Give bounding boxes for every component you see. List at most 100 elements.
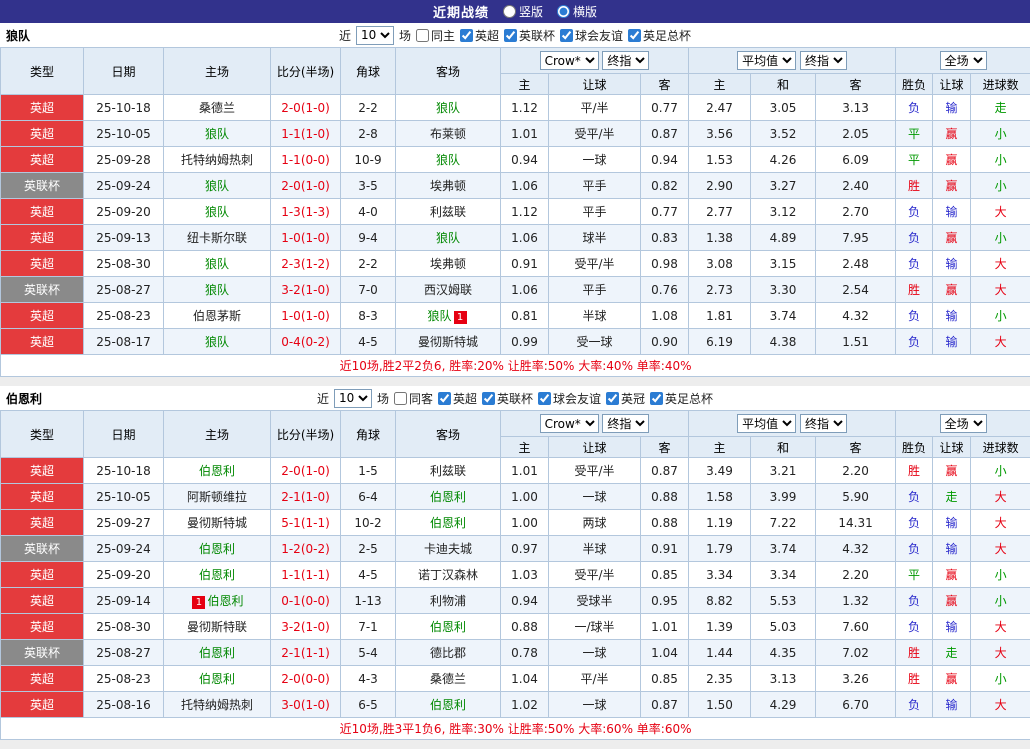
team-link[interactable]: 狼队 xyxy=(205,205,229,219)
team-link[interactable]: 埃弗顿 xyxy=(430,257,466,271)
scope-select[interactable]: 全场 xyxy=(940,51,987,70)
subcol-handicap-line: 让球 xyxy=(549,74,641,95)
team-link[interactable]: 德比郡 xyxy=(430,646,466,660)
avg-away-odds-cell: 1.32 xyxy=(816,588,896,614)
league-checkbox[interactable] xyxy=(538,392,551,405)
avg-away-odds-cell: 7.95 xyxy=(816,225,896,251)
scope-select[interactable]: 全场 xyxy=(940,414,987,433)
league-checkbox[interactable] xyxy=(606,392,619,405)
team-link[interactable]: 西汉姆联 xyxy=(424,283,472,297)
league-checkbox[interactable] xyxy=(438,392,451,405)
avg-stage-select[interactable]: 终指 xyxy=(800,414,847,433)
team-link[interactable]: 曼彻斯特城 xyxy=(418,335,478,349)
team-link[interactable]: 托特纳姆热刺 xyxy=(181,153,253,167)
avg-draw-odds-cell: 4.26 xyxy=(751,147,816,173)
team-link[interactable]: 狼队 xyxy=(205,127,229,141)
layout-horizontal-option[interactable]: 横版 xyxy=(557,3,597,20)
layout-vertical-radio[interactable] xyxy=(503,5,516,18)
league-checkbox[interactable] xyxy=(504,29,517,42)
team-link[interactable]: 布莱顿 xyxy=(430,127,466,141)
league-type-cell: 英超 xyxy=(1,199,84,225)
handicap-home-odds-cell: 1.03 xyxy=(501,562,549,588)
layout-horizontal-radio[interactable] xyxy=(557,5,570,18)
team-link[interactable]: 桑德兰 xyxy=(430,672,466,686)
same-venue-checkbox[interactable] xyxy=(416,29,429,42)
winlose-result-cell: 负 xyxy=(896,329,933,355)
team-link[interactable]: 纽卡斯尔联 xyxy=(187,231,247,245)
col-header-type: 类型 xyxy=(1,48,84,95)
goals-result-cell: 小 xyxy=(971,458,1030,484)
bookmaker-select[interactable]: Crow* xyxy=(540,414,599,433)
league-checkbox-label: 球会友谊 xyxy=(575,27,623,44)
team-link[interactable]: 伯恩利 xyxy=(430,698,466,712)
same-venue-checkbox[interactable] xyxy=(394,392,407,405)
league-filter-option[interactable]: 英超 xyxy=(438,390,477,407)
league-checkbox[interactable] xyxy=(460,29,473,42)
goals-result-cell: 大 xyxy=(971,199,1030,225)
league-checkbox[interactable] xyxy=(560,29,573,42)
avg-stage-select[interactable]: 终指 xyxy=(800,51,847,70)
goals-result-cell: 小 xyxy=(971,562,1030,588)
team-link[interactable]: 阿斯顿维拉 xyxy=(187,490,247,504)
handicap-stage-select[interactable]: 终指 xyxy=(602,51,649,70)
handicap-stage-select[interactable]: 终指 xyxy=(602,414,649,433)
team-link[interactable]: 狼队 xyxy=(205,335,229,349)
league-checkbox[interactable] xyxy=(650,392,663,405)
league-checkbox[interactable] xyxy=(628,29,641,42)
team-link[interactable]: 桑德兰 xyxy=(199,101,235,115)
team-link[interactable]: 埃弗顿 xyxy=(430,179,466,193)
team-link[interactable]: 伯恩利 xyxy=(430,516,466,530)
team-link[interactable]: 伯恩利 xyxy=(199,568,235,582)
team-link[interactable]: 卡迪夫城 xyxy=(424,542,472,556)
team-link[interactable]: 伯恩利 xyxy=(207,594,243,608)
results-table: 类型 日期 主场 比分(半场) 角球 客场 Crow* 终指 平均值 终指 全场 xyxy=(0,410,1030,740)
page-bottom-strip xyxy=(0,740,1030,749)
team-link[interactable]: 狼队 xyxy=(436,101,460,115)
team-link[interactable]: 曼彻斯特城 xyxy=(187,516,247,530)
league-filter-option[interactable]: 英超 xyxy=(460,27,499,44)
avg-company-select[interactable]: 平均值 xyxy=(737,414,796,433)
same-venue-filter[interactable]: 同客 xyxy=(394,390,433,407)
match-count-select[interactable]: 10 xyxy=(334,389,372,408)
away-team-cell: 西汉姆联 xyxy=(396,277,501,303)
handicap-home-odds-cell: 0.94 xyxy=(501,588,549,614)
team-link[interactable]: 狼队 xyxy=(205,179,229,193)
team-link[interactable]: 曼彻斯特联 xyxy=(187,620,247,634)
handicap-away-odds-cell: 0.95 xyxy=(641,588,689,614)
team-link[interactable]: 狼队 xyxy=(436,231,460,245)
team-link[interactable]: 诺丁汉森林 xyxy=(418,568,478,582)
league-filter-option[interactable]: 英联杯 xyxy=(482,390,533,407)
team-link[interactable]: 利兹联 xyxy=(430,464,466,478)
handicap-result-cell: 输 xyxy=(933,199,971,225)
team-link[interactable]: 伯恩利 xyxy=(199,646,235,660)
team-link[interactable]: 狼队 xyxy=(205,257,229,271)
team-link[interactable]: 利兹联 xyxy=(430,205,466,219)
league-filter-option[interactable]: 球会友谊 xyxy=(538,390,601,407)
team-link[interactable]: 狼队 xyxy=(436,153,460,167)
team-link[interactable]: 伯恩利 xyxy=(199,672,235,686)
team-link[interactable]: 托特纳姆热刺 xyxy=(181,698,253,712)
team-link[interactable]: 伯恩利 xyxy=(199,464,235,478)
team-link[interactable]: 伯恩利 xyxy=(430,620,466,634)
team-link[interactable]: 狼队 xyxy=(427,309,451,323)
league-filter-option[interactable]: 英足总杯 xyxy=(628,27,691,44)
match-count-select[interactable]: 10 xyxy=(356,26,394,45)
team-link[interactable]: 伯恩利 xyxy=(430,490,466,504)
bookmaker-select[interactable]: Crow* xyxy=(540,51,599,70)
team-link[interactable]: 伯恩利 xyxy=(199,542,235,556)
team-link[interactable]: 狼队 xyxy=(205,283,229,297)
handicap-result-cell: 赢 xyxy=(933,666,971,692)
match-row: 英超25-08-30曼彻斯特联3-2(1-0)7-1伯恩利0.88一/球半1.0… xyxy=(1,614,1030,640)
team-link[interactable]: 伯恩茅斯 xyxy=(193,309,241,323)
team-link[interactable]: 利物浦 xyxy=(430,594,466,608)
layout-vertical-option[interactable]: 竖版 xyxy=(503,3,543,20)
league-checkbox[interactable] xyxy=(482,392,495,405)
same-venue-filter[interactable]: 同主 xyxy=(416,27,455,44)
league-filter-option[interactable]: 英足总杯 xyxy=(650,390,713,407)
league-filter-option[interactable]: 英联杯 xyxy=(504,27,555,44)
league-filter-option[interactable]: 球会友谊 xyxy=(560,27,623,44)
avg-company-select[interactable]: 平均值 xyxy=(737,51,796,70)
corner-cell: 6-5 xyxy=(341,692,396,718)
handicap-result-cell: 走 xyxy=(933,484,971,510)
league-filter-option[interactable]: 英冠 xyxy=(606,390,645,407)
